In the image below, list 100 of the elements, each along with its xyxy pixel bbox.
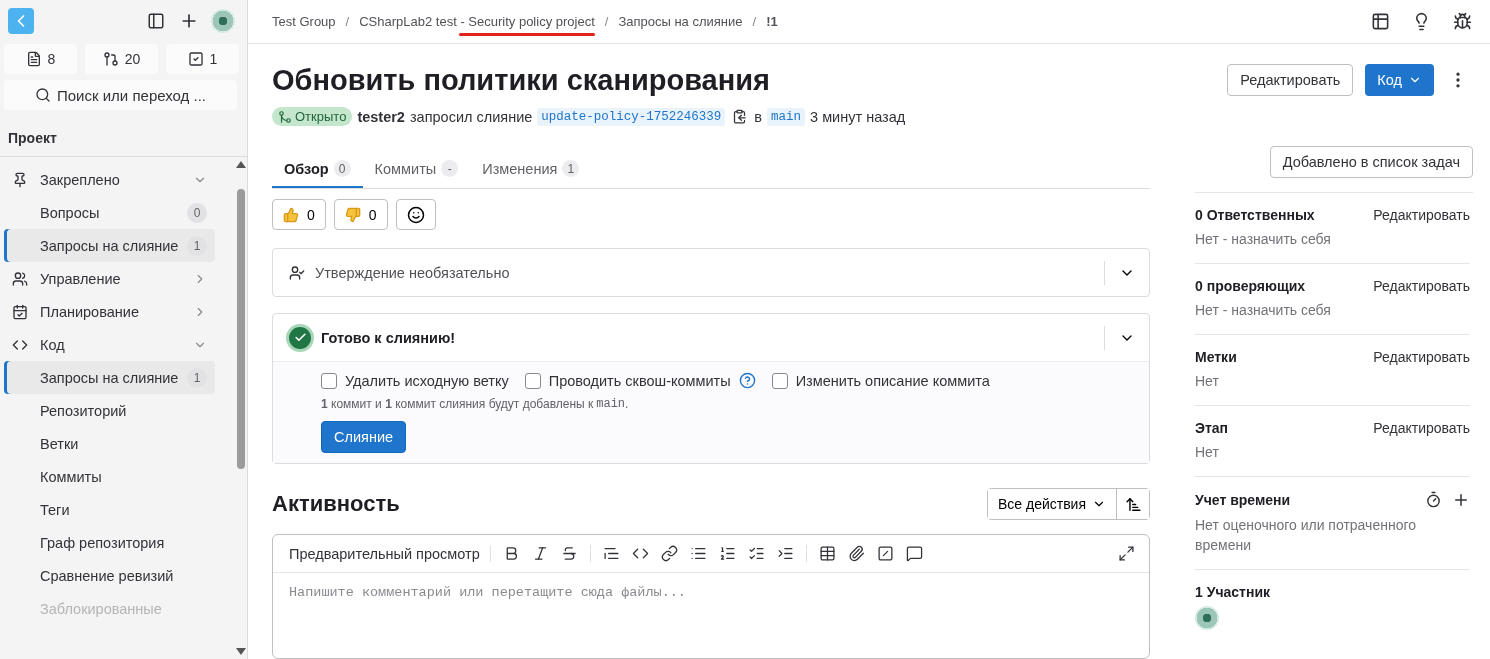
thumbs-up-icon <box>283 206 299 223</box>
tab[interactable]: Коммиты - <box>362 152 471 188</box>
comment-editor[interactable]: Предварительный просмотр Напишите комментарий или перетащите сюда файлы... <box>272 534 1150 659</box>
breadcrumb-link[interactable]: Test Group <box>272 14 336 29</box>
strikethrough-icon[interactable] <box>560 545 578 562</box>
edit-link[interactable]: Редактировать <box>1373 349 1470 365</box>
nav-subitem[interactable]: Коммиты <box>4 460 215 493</box>
emoji-button[interactable] <box>395 199 436 230</box>
block-title: Метки <box>1195 349 1237 365</box>
approval-text: Утверждение необязательно <box>315 264 511 281</box>
edit-link[interactable]: Редактировать <box>1373 278 1470 294</box>
todo-button[interactable]: Добавлено в список задач <box>1269 146 1473 178</box>
edit-link[interactable]: Редактировать <box>1373 420 1470 436</box>
block-value: Нет - назначить себя <box>1195 301 1332 320</box>
nav-subitem[interactable]: Сравнение ревизий <box>4 559 215 592</box>
nav-subitem[interactable]: Запросы на слияние 1 <box>4 361 215 394</box>
scroll-up-icon[interactable] <box>236 161 246 168</box>
checkbox[interactable] <box>524 372 541 389</box>
tab[interactable]: Изменения 1 <box>470 152 592 188</box>
nav-subitem[interactable]: Вопросы 0 <box>4 196 215 229</box>
count-badge: 1 <box>187 367 207 388</box>
document-icon <box>25 51 42 67</box>
counter-button[interactable]: 8 <box>4 44 77 74</box>
counter-button[interactable]: 1 <box>166 44 239 74</box>
block-title: 1 Участник <box>1195 584 1271 600</box>
block-title: Учет времени <box>1195 492 1291 508</box>
search-button[interactable]: Поиск или переход ... <box>4 80 237 110</box>
nav-item[interactable]: Планирование <box>0 295 235 328</box>
merge-icon <box>102 51 119 67</box>
block-value: Нет оценочного или потраченного времени <box>1195 516 1417 555</box>
link-icon[interactable] <box>660 545 678 562</box>
nav-subitem[interactable]: Граф репозитория <box>4 526 215 559</box>
indent-icon[interactable] <box>776 545 794 562</box>
numbered-list-icon[interactable] <box>718 545 736 562</box>
meta-text: в <box>754 108 763 125</box>
breadcrumb-link[interactable]: CSharpLab2 test - Security policy project <box>359 14 595 29</box>
checkbox-option[interactable]: Изменить описание коммита <box>771 372 990 389</box>
smiley-icon <box>406 205 425 224</box>
checkbox[interactable] <box>321 372 337 389</box>
merge-status-text: Готово к слиянию! <box>321 329 457 346</box>
nav-subitem[interactable]: Ветки <box>4 427 215 460</box>
reaction-button[interactable]: 0 <box>272 199 326 230</box>
section-heading: Активность <box>272 491 401 517</box>
bullet-list-icon[interactable] <box>689 545 707 562</box>
branch-link[interactable]: main <box>767 107 806 126</box>
plus-icon[interactable] <box>1452 491 1470 509</box>
merge-button[interactable]: Слияние <box>321 421 407 453</box>
block-title: 0 Ответственных <box>1195 207 1315 223</box>
breadcrumb-separator: / <box>345 14 350 29</box>
author-link[interactable]: tester2 <box>357 108 405 125</box>
comment-field[interactable]: Напишите комментарий или перетащите сюда файлы... <box>273 573 1149 658</box>
merge-note: 1 коммит и 1 коммит слияния будут добавлены к <box>321 397 594 411</box>
breadcrumb-link[interactable]: !1 <box>766 14 778 29</box>
block-title: Этап <box>1195 420 1229 436</box>
tab[interactable]: Обзор 0 <box>272 152 363 188</box>
counter-button[interactable]: 20 <box>85 44 158 74</box>
checkbox[interactable] <box>771 372 788 389</box>
thumbs-down-icon <box>344 206 361 223</box>
table-icon[interactable] <box>818 545 836 562</box>
page-title: Обновить политики сканирования <box>272 64 771 97</box>
note-period: . <box>625 397 629 411</box>
help-icon[interactable] <box>738 372 756 389</box>
slash-command-icon[interactable] <box>876 545 894 562</box>
nav-subitem[interactable]: Репозиторий <box>4 394 215 427</box>
checklist-icon[interactable] <box>747 545 765 562</box>
code-dropdown-button[interactable]: Код <box>1365 64 1434 96</box>
branch-name: main <box>596 397 626 411</box>
edit-button[interactable]: Редактировать <box>1227 64 1354 96</box>
filter-dropdown[interactable]: Все действия <box>987 489 1117 519</box>
section-title: Проект <box>0 112 247 157</box>
search-icon <box>35 87 51 103</box>
nav-subitem[interactable]: Запросы на слияние 1 <box>4 229 215 262</box>
checkbox-icon <box>187 51 204 67</box>
quote-icon[interactable] <box>602 545 620 562</box>
preview-tab[interactable]: Предварительный просмотр <box>289 545 491 562</box>
paperclip-icon[interactable] <box>847 545 865 562</box>
checkbox-option[interactable]: Удалить исходную ветку <box>321 372 509 389</box>
edit-link[interactable]: Редактировать <box>1373 207 1470 223</box>
nav-item[interactable]: Закреплено <box>0 163 235 196</box>
scroll-down-icon[interactable] <box>236 648 246 655</box>
count-badge: 0 <box>187 202 207 223</box>
scrollbar-thumb[interactable] <box>237 189 245 469</box>
stopwatch-icon[interactable] <box>1425 491 1442 508</box>
avatar[interactable] <box>211 9 235 33</box>
count-badge: 1 <box>562 160 580 177</box>
branch-link[interactable]: update-policy-1752246339 <box>537 107 726 126</box>
comment-icon[interactable] <box>905 545 923 562</box>
nav-subitem[interactable]: Теги <box>4 493 215 526</box>
nav-item[interactable]: Код <box>0 328 235 361</box>
check-icon <box>289 326 311 349</box>
meta-text: запросил слияние <box>409 108 533 125</box>
participant-avatar[interactable] <box>1195 606 1219 630</box>
breadcrumb-separator: / <box>604 14 609 29</box>
breadcrumb-separator: / <box>752 14 757 29</box>
reaction-button[interactable]: 0 <box>333 199 388 230</box>
checkbox-option[interactable]: Проводить сквош-коммиты <box>524 372 756 389</box>
breadcrumb-link[interactable]: Запросы на слияние <box>618 14 743 29</box>
fullscreen-icon[interactable] <box>1118 545 1135 562</box>
nav-item[interactable]: Управление <box>0 262 235 295</box>
count-badge: - <box>441 160 459 177</box>
